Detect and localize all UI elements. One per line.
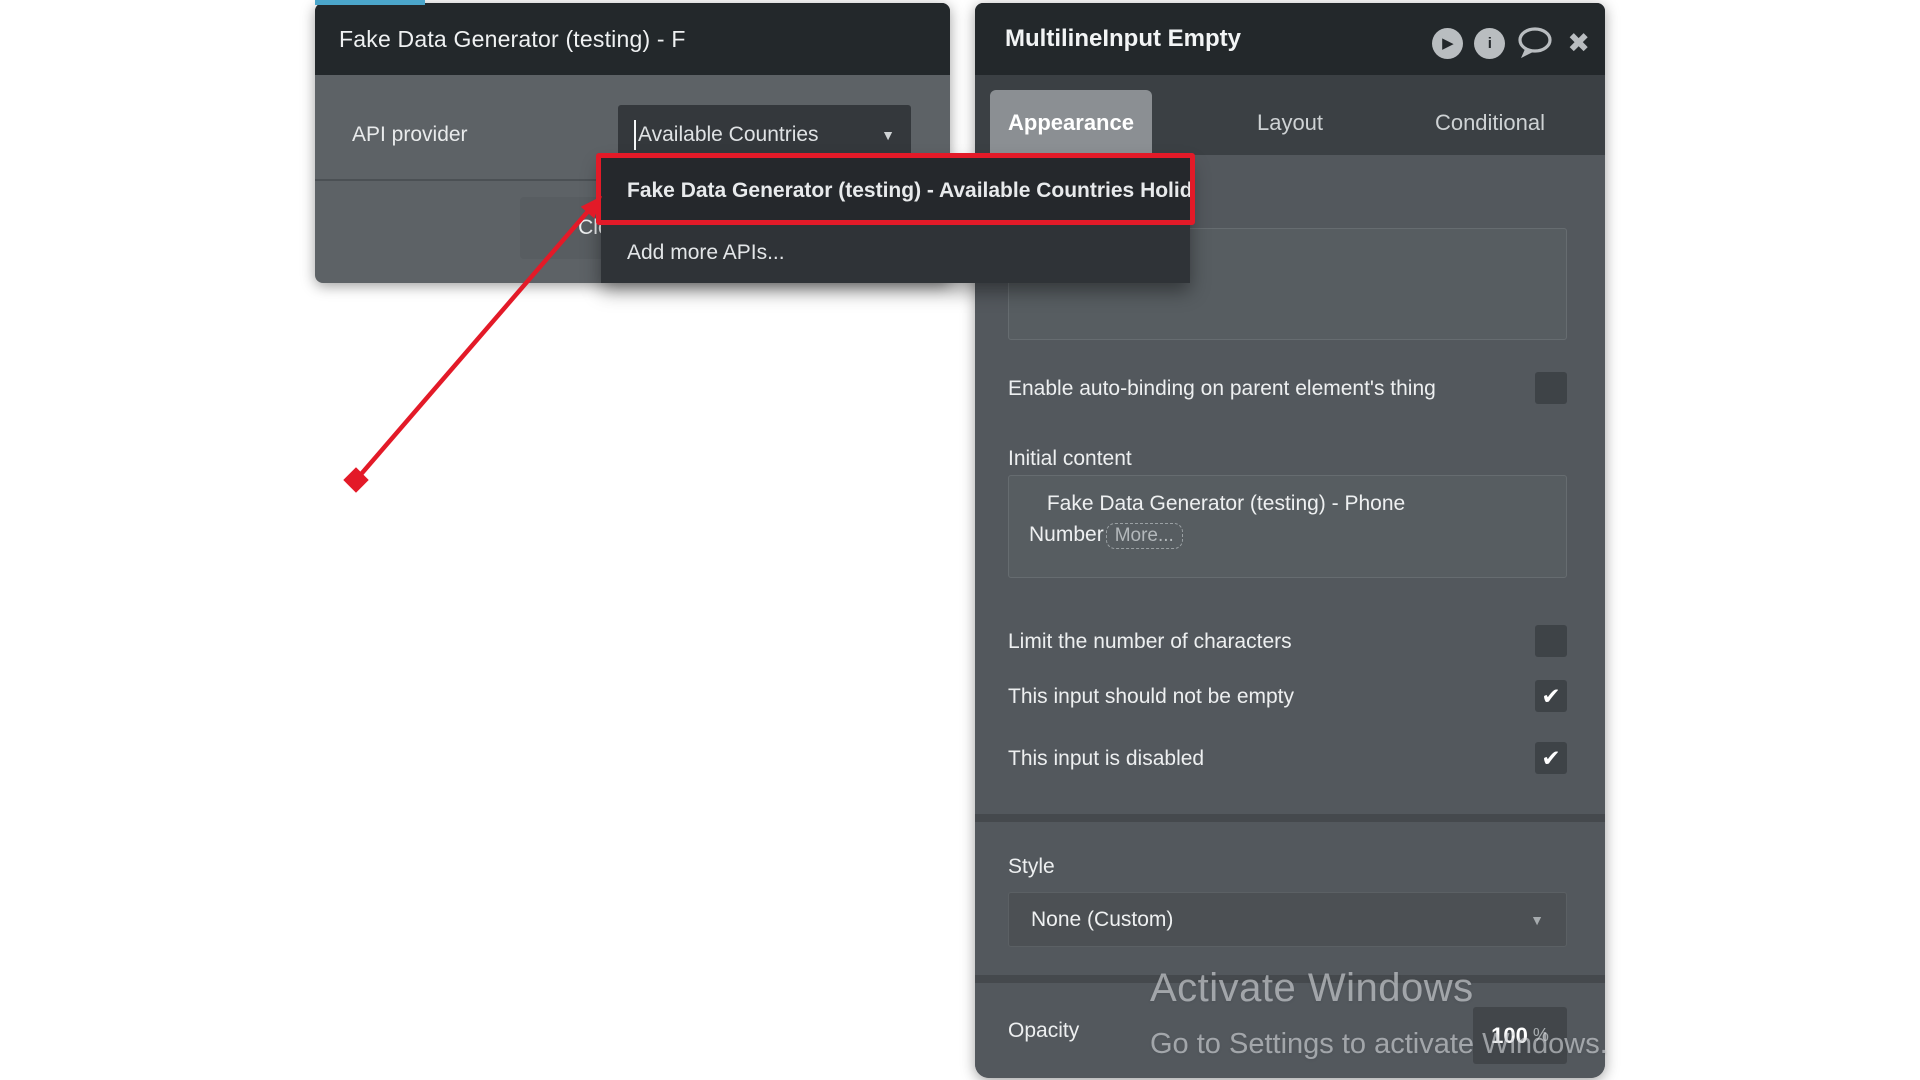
limit-chars-row: Limit the number of characters (1008, 625, 1567, 658)
element-title: MultilineInput Empty (1005, 25, 1241, 53)
opacity-label: Opacity (1008, 1019, 1079, 1043)
disabled-label: This input is disabled (1008, 747, 1204, 771)
disabled-checkbox[interactable]: ✔ (1535, 742, 1567, 774)
initial-content-label: Initial content (1008, 447, 1132, 471)
autobind-checkbox[interactable] (1535, 372, 1567, 404)
appearance-tab-content: Enable auto-binding on parent element's … (975, 155, 1605, 1078)
api-provider-label: API provider (352, 123, 468, 147)
tab-conditional[interactable]: Conditional (1408, 90, 1572, 155)
initial-content-line2: Number (1029, 523, 1104, 546)
api-provider-menu: Fake Data Generator (testing) - Availabl… (601, 158, 1190, 283)
header-icon-row: ▶ i ✖ (1432, 25, 1590, 61)
api-provider-select-value: Available Countries (638, 123, 819, 147)
play-icon[interactable]: ▶ (1432, 28, 1463, 59)
tab-appearance[interactable]: Appearance (990, 90, 1152, 155)
chevron-down-icon: ▼ (1530, 912, 1544, 928)
not-empty-label: This input should not be empty (1008, 685, 1294, 709)
chevron-down-icon: ▼ (881, 127, 895, 143)
initial-content-line1: Fake Data Generator (testing) - Phone (1029, 488, 1546, 519)
autobind-label: Enable auto-binding on parent element's … (1008, 377, 1436, 401)
menu-item-add-more-apis[interactable]: Add more APIs... (601, 223, 1190, 283)
opacity-input[interactable]: 100 % (1473, 1007, 1567, 1064)
section-divider (975, 814, 1605, 822)
text-cursor (634, 120, 636, 150)
menu-item-fake-data-generator[interactable]: Fake Data Generator (testing) - Availabl… (601, 158, 1190, 223)
comment-icon[interactable] (1516, 27, 1553, 59)
more-button[interactable]: More... (1106, 523, 1183, 549)
limit-chars-label: Limit the number of characters (1008, 630, 1292, 654)
disabled-row: This input is disabled ✔ (1008, 742, 1567, 775)
tab-layout[interactable]: Layout (1208, 90, 1372, 155)
style-label: Style (1008, 855, 1055, 879)
style-select-value: None (Custom) (1031, 908, 1173, 932)
not-empty-row: This input should not be empty ✔ (1008, 680, 1567, 713)
tab-bar: Appearance Layout Conditional (975, 75, 1605, 155)
info-icon[interactable]: i (1474, 28, 1505, 59)
close-icon[interactable]: ✖ (1567, 30, 1590, 57)
initial-content-input[interactable]: Fake Data Generator (testing) - Phone Nu… (1008, 475, 1567, 578)
style-select[interactable]: None (Custom) ▼ (1008, 892, 1567, 947)
api-provider-select[interactable]: Available Countries ▼ (618, 105, 911, 165)
section-divider (975, 975, 1605, 983)
opacity-value: 100 (1491, 1023, 1528, 1049)
accent-top-bar (315, 0, 425, 5)
limit-chars-checkbox[interactable] (1535, 625, 1567, 657)
opacity-unit: % (1533, 1025, 1549, 1046)
popup-title: Fake Data Generator (testing) - F (315, 3, 950, 75)
not-empty-checkbox[interactable]: ✔ (1535, 680, 1567, 712)
autobind-row: Enable auto-binding on parent element's … (1008, 372, 1567, 405)
initial-content-line2-wrap: NumberMore... (1029, 519, 1546, 550)
